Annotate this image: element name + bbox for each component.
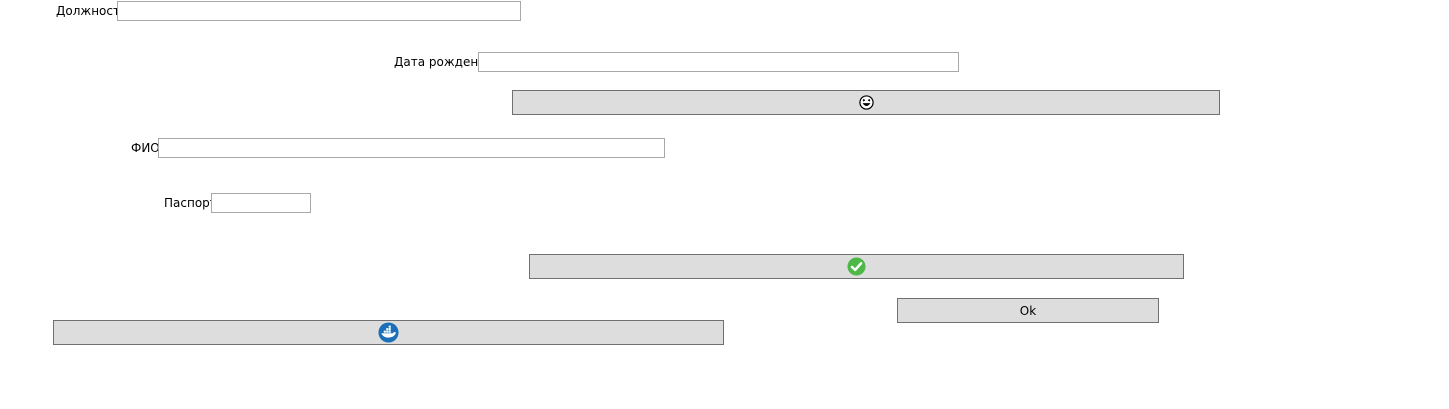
position-input[interactable]	[117, 1, 521, 21]
birthdate-input[interactable]	[478, 52, 959, 72]
laughing-face-icon	[858, 95, 874, 110]
green-checkmark-icon	[847, 257, 866, 276]
confirm-button[interactable]	[529, 254, 1184, 279]
passport-label: Паспорт	[164, 196, 217, 210]
emoji-button[interactable]	[512, 90, 1220, 115]
passport-input[interactable]	[211, 193, 311, 213]
fullname-input[interactable]	[158, 138, 665, 158]
fullname-label: ФИО	[131, 141, 160, 155]
ok-button[interactable]: Ok	[897, 298, 1159, 323]
docker-button[interactable]	[53, 320, 724, 345]
docker-whale-icon	[378, 322, 399, 343]
